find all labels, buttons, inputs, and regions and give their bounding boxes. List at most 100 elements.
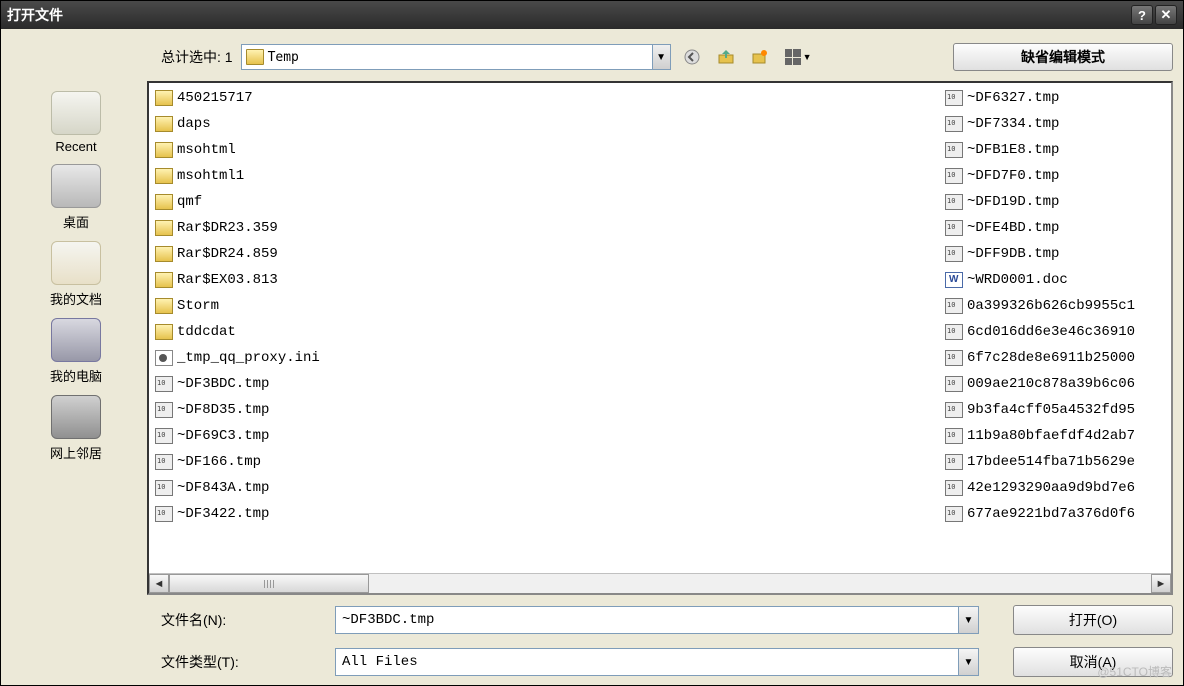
- filetype-combo[interactable]: ▼: [335, 648, 979, 676]
- view-menu-button[interactable]: ▼: [781, 44, 816, 70]
- file-item[interactable]: ~DFD7F0.tmp: [941, 163, 1169, 189]
- file-item[interactable]: tddcdat: [151, 319, 941, 345]
- file-item[interactable]: ~DF69C3.tmp: [151, 423, 941, 449]
- file-name: ~DF3BDC.tmp: [177, 376, 269, 392]
- file-item[interactable]: ~DF166.tmp: [151, 449, 941, 475]
- filename-input[interactable]: [336, 607, 958, 633]
- file-item[interactable]: 17bdee514fba71b5629e: [941, 449, 1169, 475]
- window-title: 打开文件: [7, 5, 63, 25]
- file-item[interactable]: ~DF843A.tmp: [151, 475, 941, 501]
- doc-icon: [945, 272, 963, 288]
- tmp-icon: [945, 506, 963, 522]
- scroll-thumb[interactable]: [169, 574, 369, 593]
- places-item-3[interactable]: 我的电脑: [31, 318, 121, 385]
- file-item[interactable]: Rar$DR23.359: [151, 215, 941, 241]
- folder-icon: [246, 49, 264, 65]
- file-item[interactable]: 450215717: [151, 85, 941, 111]
- tmp-icon: [945, 194, 963, 210]
- tmp-icon: [945, 480, 963, 496]
- close-button[interactable]: ✕: [1155, 5, 1177, 25]
- file-name: Rar$EX03.813: [177, 272, 278, 288]
- open-button[interactable]: 打开(O): [1013, 605, 1173, 635]
- folder-icon: [155, 298, 173, 314]
- places-bar: Recent 桌面我的文档我的电脑网上邻居: [11, 81, 141, 595]
- file-name: Storm: [177, 298, 219, 314]
- lookin-path: Temp: [268, 50, 652, 65]
- folder-icon: [155, 272, 173, 288]
- file-item[interactable]: daps: [151, 111, 941, 137]
- filetype-dropdown-button[interactable]: ▼: [958, 649, 978, 675]
- file-item[interactable]: ~DF3BDC.tmp: [151, 371, 941, 397]
- places-item-1[interactable]: 桌面: [31, 164, 121, 231]
- file-item[interactable]: qmf: [151, 189, 941, 215]
- places-label: 我的文档: [50, 289, 102, 308]
- new-folder-button[interactable]: [747, 44, 773, 70]
- file-item[interactable]: ~DF8D35.tmp: [151, 397, 941, 423]
- scroll-track[interactable]: [169, 574, 1151, 593]
- file-list[interactable]: 450215717dapsmsohtml msohtml1 qmf Rar$DR23.…: [149, 83, 1171, 573]
- tmp-icon: [945, 220, 963, 236]
- tmp-icon: [155, 428, 173, 444]
- places-icon: [51, 164, 101, 208]
- file-name: msohtml1: [177, 168, 244, 184]
- file-item[interactable]: ~WRD0001.doc: [941, 267, 1169, 293]
- file-item[interactable]: ~DFE4BD.tmp: [941, 215, 1169, 241]
- up-one-level-button[interactable]: [713, 44, 739, 70]
- places-item-0[interactable]: Recent: [31, 91, 121, 154]
- back-button[interactable]: [679, 44, 705, 70]
- file-item[interactable]: 6cd016dd6e3e46c36910: [941, 319, 1169, 345]
- file-item[interactable]: msohtml: [151, 137, 941, 163]
- tmp-icon: [155, 402, 173, 418]
- horizontal-scrollbar[interactable]: ◄ ►: [149, 573, 1171, 593]
- file-item[interactable]: _tmp_qq_proxy.ini: [151, 345, 941, 371]
- tmp-icon: [945, 246, 963, 262]
- lookin-dropdown-button[interactable]: ▼: [652, 45, 670, 69]
- file-name: ~DF843A.tmp: [177, 480, 269, 496]
- help-button[interactable]: ?: [1131, 5, 1153, 25]
- file-name: ~DFD19D.tmp: [967, 194, 1059, 210]
- file-item[interactable]: ~DF3422.tmp: [151, 501, 941, 527]
- file-item[interactable]: Rar$DR24.859: [151, 241, 941, 267]
- file-item[interactable]: msohtml1: [151, 163, 941, 189]
- file-item[interactable]: 677ae9221bd7a376d0f6: [941, 501, 1169, 527]
- file-item[interactable]: 0a399326b626cb9955c1: [941, 293, 1169, 319]
- file-name: Rar$DR23.359: [177, 220, 278, 236]
- places-label: Recent: [55, 139, 96, 154]
- places-icon: [51, 318, 101, 362]
- tmp-icon: [945, 454, 963, 470]
- scroll-right-button[interactable]: ►: [1151, 574, 1171, 593]
- file-item[interactable]: Rar$EX03.813: [151, 267, 941, 293]
- filetype-label: 文件类型(T):: [161, 652, 321, 672]
- file-item[interactable]: 42e1293290aa9d9bd7e6: [941, 475, 1169, 501]
- filename-dropdown-button[interactable]: ▼: [958, 607, 978, 633]
- file-item[interactable]: 009ae210c878a39b6c06: [941, 371, 1169, 397]
- places-icon: [51, 241, 101, 285]
- file-name: ~DFD7F0.tmp: [967, 168, 1059, 184]
- open-file-dialog: 打开文件 ? ✕ 总计选中: 1 Temp ▼: [0, 0, 1184, 686]
- file-item[interactable]: Storm: [151, 293, 941, 319]
- cancel-button[interactable]: 取消(A): [1013, 647, 1173, 677]
- file-item[interactable]: ~DF6327.tmp: [941, 85, 1169, 111]
- file-name: ~WRD0001.doc: [967, 272, 1068, 288]
- file-item[interactable]: 6f7c28de8e6911b25000: [941, 345, 1169, 371]
- file-item[interactable]: ~DFF9DB.tmp: [941, 241, 1169, 267]
- file-name: 677ae9221bd7a376d0f6: [967, 506, 1135, 522]
- filename-label: 文件名(N):: [161, 610, 321, 630]
- places-label: 桌面: [63, 212, 89, 231]
- file-item[interactable]: ~DF7334.tmp: [941, 111, 1169, 137]
- places-item-2[interactable]: 我的文档: [31, 241, 121, 308]
- places-icon: [51, 395, 101, 439]
- file-item[interactable]: 11b9a80bfaefdf4d2ab7: [941, 423, 1169, 449]
- scroll-left-button[interactable]: ◄: [149, 574, 169, 593]
- file-item[interactable]: ~DFB1E8.tmp: [941, 137, 1169, 163]
- places-item-4[interactable]: 网上邻居: [31, 395, 121, 462]
- filetype-input[interactable]: [336, 649, 958, 675]
- folder-icon: [155, 194, 173, 210]
- folder-icon: [155, 246, 173, 262]
- lookin-combo[interactable]: Temp ▼: [241, 44, 671, 70]
- file-item[interactable]: ~DFD19D.tmp: [941, 189, 1169, 215]
- default-edit-mode-button[interactable]: 缺省编辑模式: [953, 43, 1173, 71]
- toolbar: 总计选中: 1 Temp ▼ ▼ 缺省编辑模式: [11, 37, 1173, 81]
- filename-combo[interactable]: ▼: [335, 606, 979, 634]
- file-item[interactable]: 9b3fa4cff05a4532fd95: [941, 397, 1169, 423]
